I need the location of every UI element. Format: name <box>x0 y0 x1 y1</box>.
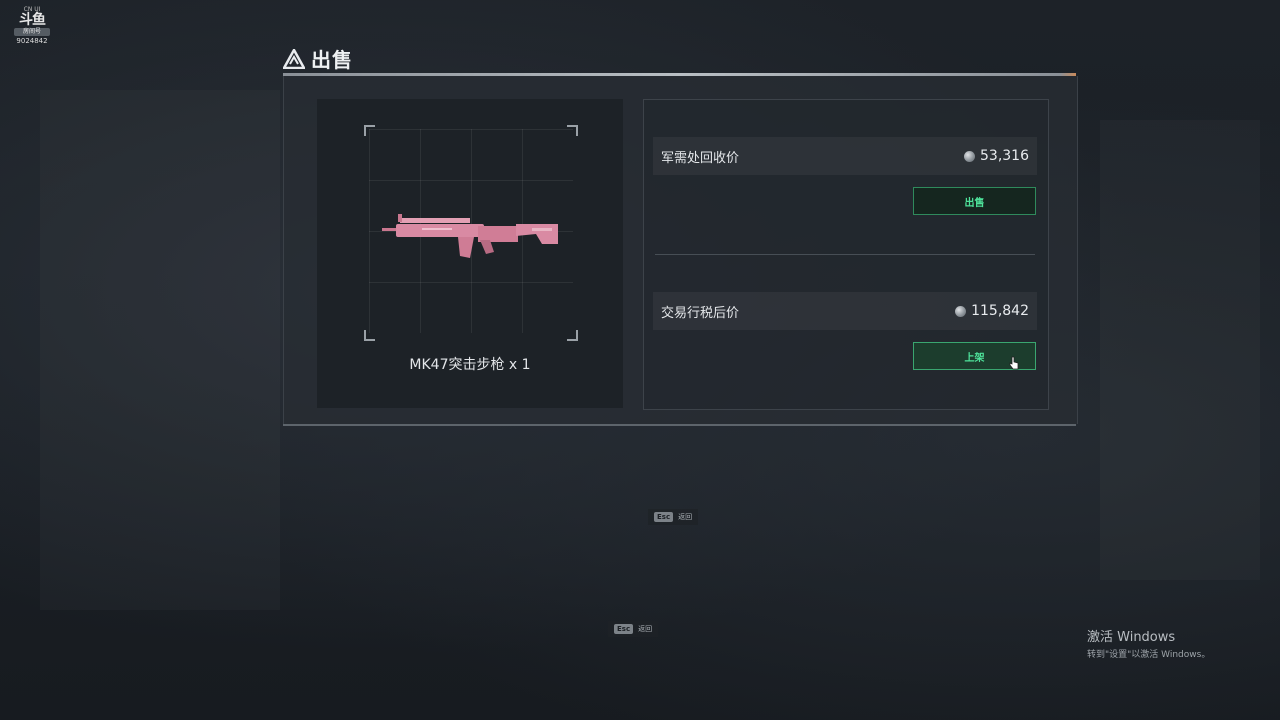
frame-corner <box>364 125 375 136</box>
esc-key: Esc <box>614 624 634 634</box>
recycle-price-row: 军需处回收价 53,316 <box>653 137 1037 175</box>
watermark-logo: 斗鱼 <box>19 12 46 28</box>
recycle-price: 53,316 <box>964 148 1029 164</box>
market-price-row: 交易行税后价 115,842 <box>653 292 1037 330</box>
stream-watermark: CN UI 斗鱼 房间号 9024842 <box>10 6 54 45</box>
esc-label: 返回 <box>638 625 653 633</box>
recycle-price-value: 53,316 <box>980 148 1029 164</box>
esc-back-hint[interactable]: Esc 返回 <box>608 621 659 637</box>
assault-rifle-icon <box>382 214 558 258</box>
frame-corner <box>364 330 375 341</box>
esc-back-hint[interactable]: Esc 返回 <box>648 509 699 525</box>
watermark-room-id: 9024842 <box>16 37 48 45</box>
frame-corner <box>567 125 578 136</box>
section-divider <box>655 254 1035 255</box>
triangle-logo-icon <box>283 48 305 69</box>
esc-key: Esc <box>654 512 674 522</box>
dialog-title: 出售 <box>311 48 353 72</box>
hand-cursor-icon <box>1009 356 1019 370</box>
activation-title: 激活 Windows <box>1087 630 1176 645</box>
dialog-bottom-border <box>283 424 1076 426</box>
background-panel <box>40 90 280 610</box>
frame-corner <box>567 330 578 341</box>
esc-label: 返回 <box>678 513 693 521</box>
item-name: MK47突击步枪 x 1 <box>409 357 531 373</box>
windows-activation-notice: 激活 Windows 转到"设置"以激活 Windows。 <box>1087 626 1210 660</box>
background-panel <box>1100 120 1260 580</box>
market-price: 115,842 <box>955 303 1029 319</box>
recycle-price-label: 军需处回收价 <box>661 150 740 166</box>
coin-icon <box>955 305 967 317</box>
watermark-tag: 房间号 <box>14 28 50 36</box>
market-price-value: 115,842 <box>971 303 1029 319</box>
sell-button[interactable]: 出售 <box>913 187 1036 215</box>
market-price-label: 交易行税后价 <box>661 305 740 321</box>
dialog-header: 出售 <box>283 44 353 73</box>
coin-icon <box>964 150 975 162</box>
activation-subtitle: 转到"设置"以激活 Windows。 <box>1087 650 1211 660</box>
